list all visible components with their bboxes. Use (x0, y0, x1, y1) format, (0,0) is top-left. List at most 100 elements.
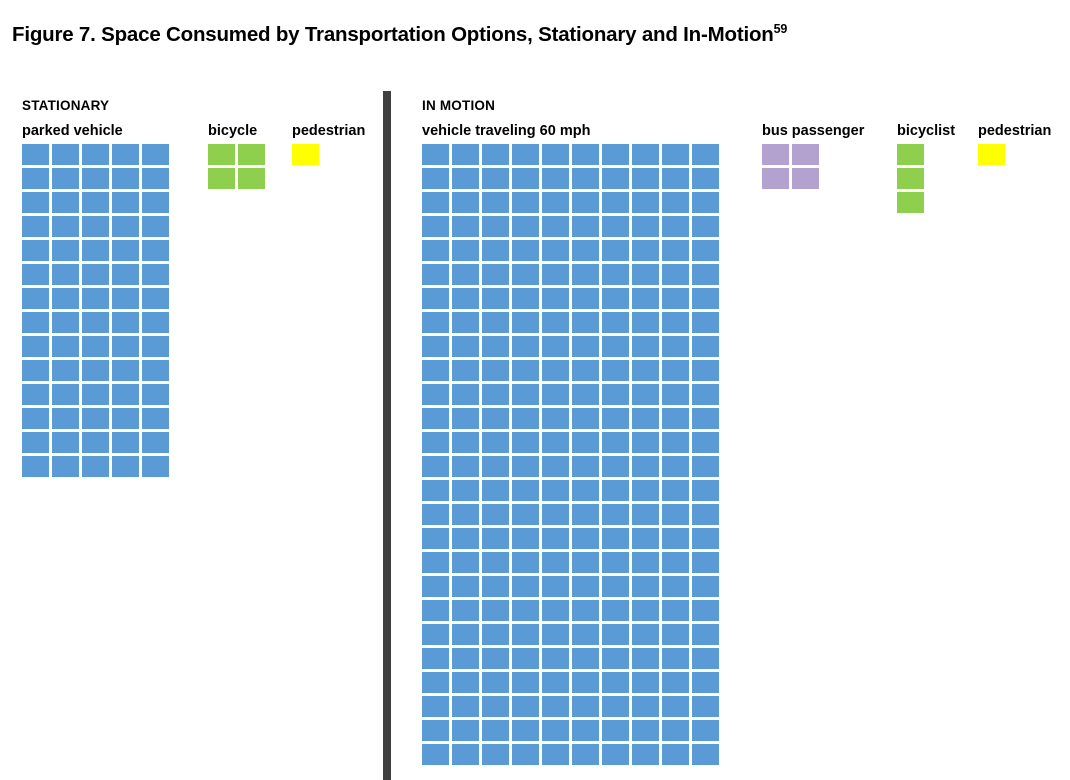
unit-square (82, 432, 109, 453)
unit-square (662, 648, 689, 669)
unit-square (82, 408, 109, 429)
unit-square (632, 312, 659, 333)
unit-square (422, 192, 449, 213)
unit-square (542, 312, 569, 333)
unit-square (632, 264, 659, 285)
unit-square (662, 312, 689, 333)
unit-square (602, 312, 629, 333)
unit-square (692, 432, 719, 453)
unit-square (632, 744, 659, 765)
unit-square (572, 312, 599, 333)
unit-square (572, 432, 599, 453)
unit-square (142, 168, 169, 189)
unit-square (572, 480, 599, 501)
unit-square (422, 504, 449, 525)
unit-square (82, 264, 109, 285)
unit-square (542, 504, 569, 525)
unit-square (452, 720, 479, 741)
unit-square (22, 312, 49, 333)
unit-square (692, 480, 719, 501)
unit-square (512, 264, 539, 285)
unit-square (142, 336, 169, 357)
unit-square (482, 672, 509, 693)
section-divider (383, 91, 391, 780)
unit-square (602, 528, 629, 549)
unit-square (572, 336, 599, 357)
unit-square (82, 144, 109, 165)
unit-square (292, 144, 319, 165)
unit-square (422, 696, 449, 717)
unit-square (482, 144, 509, 165)
unit-square (602, 144, 629, 165)
unit-square (422, 552, 449, 573)
unit-square (82, 240, 109, 261)
unit-square (542, 264, 569, 285)
unit-square (452, 216, 479, 237)
unit-square (692, 336, 719, 357)
unit-square (482, 264, 509, 285)
unit-square (692, 216, 719, 237)
unit-square (512, 432, 539, 453)
unit-grid-bus-passenger (762, 144, 864, 189)
unit-square (632, 192, 659, 213)
unit-square (422, 480, 449, 501)
unit-square (482, 720, 509, 741)
unit-square (602, 192, 629, 213)
unit-square (692, 240, 719, 261)
unit-square (452, 480, 479, 501)
unit-square (482, 360, 509, 381)
unit-square (208, 144, 235, 165)
unit-square (142, 216, 169, 237)
unit-square (52, 336, 79, 357)
unit-square (762, 168, 789, 189)
unit-square (112, 264, 139, 285)
unit-square (22, 384, 49, 405)
unit-square (542, 672, 569, 693)
unit-square (238, 168, 265, 189)
unit-square (452, 360, 479, 381)
unit-square (512, 192, 539, 213)
unit-square (422, 720, 449, 741)
unit-square (692, 576, 719, 597)
unit-square (692, 696, 719, 717)
unit-square (22, 144, 49, 165)
unit-square (632, 240, 659, 261)
unit-square (452, 504, 479, 525)
unit-square (142, 192, 169, 213)
group-label-bus-passenger: bus passenger (762, 123, 865, 139)
unit-square (602, 360, 629, 381)
unit-square (142, 360, 169, 381)
unit-square (572, 672, 599, 693)
unit-square (572, 384, 599, 405)
unit-square (482, 528, 509, 549)
unit-square (692, 360, 719, 381)
unit-square (692, 192, 719, 213)
unit-square (602, 600, 629, 621)
page-title: Figure 7. Space Consumed by Transportati… (12, 22, 787, 47)
unit-square (632, 384, 659, 405)
unit-square (602, 696, 629, 717)
unit-square (422, 384, 449, 405)
unit-square (22, 216, 49, 237)
unit-square (142, 144, 169, 165)
unit-square (602, 384, 629, 405)
unit-square (452, 600, 479, 621)
unit-square (512, 504, 539, 525)
unit-square (452, 528, 479, 549)
unit-square (662, 168, 689, 189)
unit-square (452, 744, 479, 765)
unit-square (542, 600, 569, 621)
unit-square (632, 216, 659, 237)
unit-square (542, 696, 569, 717)
unit-square (602, 264, 629, 285)
unit-square (632, 408, 659, 429)
unit-square (692, 456, 719, 477)
unit-square (542, 576, 569, 597)
group-bicycle: bicycle (208, 122, 265, 189)
unit-square (422, 648, 449, 669)
unit-square (572, 288, 599, 309)
unit-square (602, 480, 629, 501)
unit-square (82, 288, 109, 309)
group-label-pedestrian-stationary: pedestrian (292, 123, 366, 139)
unit-square (452, 288, 479, 309)
